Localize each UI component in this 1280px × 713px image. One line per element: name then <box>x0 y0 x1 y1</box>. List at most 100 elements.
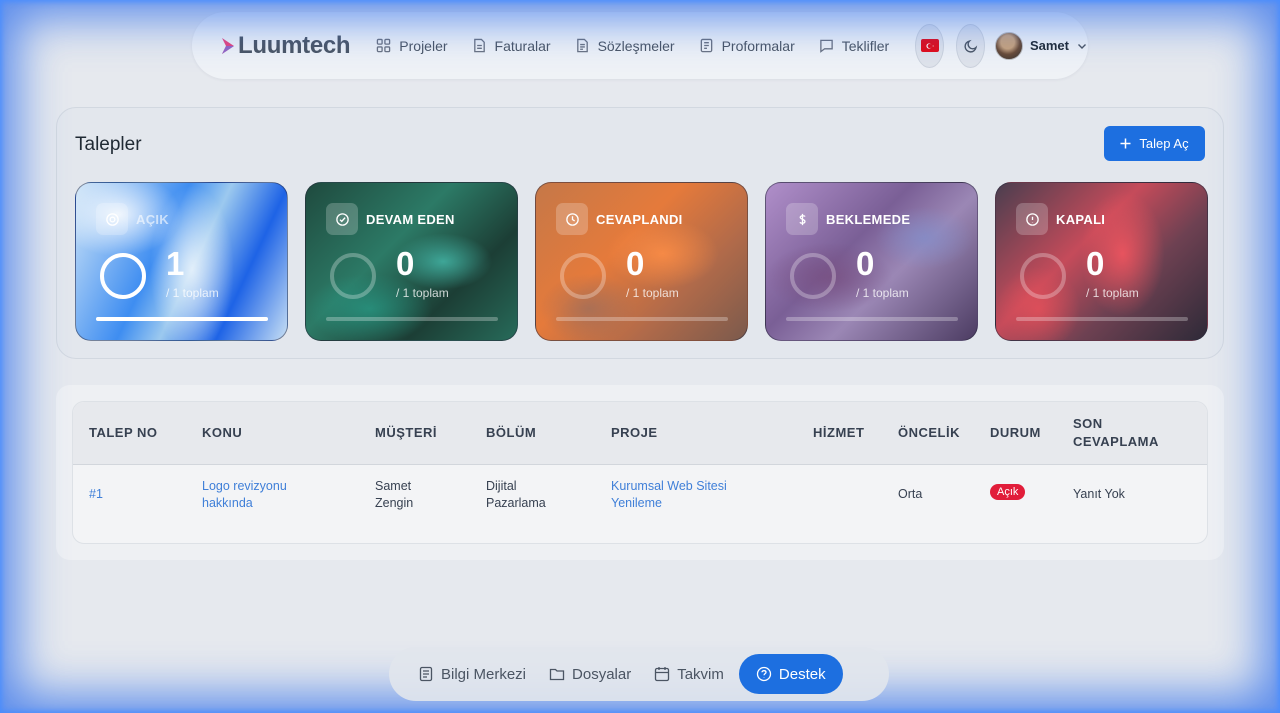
progress-ring <box>100 253 146 299</box>
bottom-dock: Bilgi Merkezi Dosyalar Takvim Destek <box>389 647 889 701</box>
alert-circle-icon <box>1025 212 1039 226</box>
nav-teklifler[interactable]: Teklifler <box>819 38 889 54</box>
dock-knowledge-base[interactable]: Bilgi Merkezi <box>418 666 526 683</box>
col-project[interactable]: PROJE <box>611 424 658 442</box>
logo-chevron-icon <box>222 37 234 54</box>
progress-ring <box>1020 253 1066 299</box>
col-last-reply-2[interactable]: CEVAPLAMA <box>1073 433 1159 451</box>
dock-label: Bilgi Merkezi <box>441 665 527 683</box>
col-priority[interactable]: ÖNCELİK <box>898 424 960 442</box>
book-icon <box>419 666 433 682</box>
theme-toggle-button[interactable] <box>956 23 985 68</box>
card-total: / 1 toplam <box>1086 286 1139 300</box>
plus-icon <box>1120 138 1131 149</box>
check-icon-box <box>326 203 358 235</box>
subject-link-1[interactable]: Logo revizyonu <box>202 478 287 495</box>
status-badge: Açık <box>990 484 1026 500</box>
card-count: 0 <box>856 245 875 282</box>
status-card-in-progress[interactable]: DEVAM EDEN 0 / 1 toplam <box>305 182 518 341</box>
card-count: 0 <box>1086 245 1105 282</box>
progress-ring <box>790 253 836 299</box>
card-label: CEVAPLANDI <box>596 212 683 227</box>
status-card-answered[interactable]: CEVAPLANDI 0 / 1 toplam <box>535 182 748 341</box>
col-customer[interactable]: MÜŞTERİ <box>375 424 437 442</box>
department-1: Dijital <box>486 479 517 493</box>
nav-label: Teklifler <box>841 37 890 54</box>
folder-icon <box>549 668 565 681</box>
help-circle-icon <box>756 666 772 682</box>
chat-icon <box>819 39 833 53</box>
card-total: / 1 toplam <box>856 286 909 300</box>
dock-label: Takvim <box>677 665 724 683</box>
status-card-pending[interactable]: BEKLEMEDE 0 / 1 toplam <box>765 182 978 341</box>
nav-label: Projeler <box>399 37 448 54</box>
col-last-reply-1[interactable]: SON <box>1073 415 1103 433</box>
card-label: KAPALI <box>1056 212 1106 227</box>
dock-support[interactable]: Destek <box>738 654 843 694</box>
table-header: TALEP NO KONU MÜŞTERİ BÖLÜM PROJE HİZMET… <box>73 402 1207 465</box>
card-label: AÇIK <box>136 212 169 227</box>
target-icon-box <box>96 203 128 235</box>
card-count: 1 <box>166 245 185 282</box>
status-cards: AÇIK 1 / 1 toplam DEVAM EDEN 0 / 1 topla… <box>75 182 1208 341</box>
card-label: BEKLEMEDE <box>826 212 911 227</box>
dock-files[interactable]: Dosyalar <box>549 666 631 683</box>
dollar-icon-box <box>786 203 818 235</box>
tickets-table: TALEP NO KONU MÜŞTERİ BÖLÜM PROJE HİZMET… <box>72 401 1208 544</box>
user-menu[interactable]: Samet <box>994 31 1088 60</box>
grid-icon <box>377 38 391 53</box>
progress-bar <box>556 317 728 321</box>
clock-icon-box <box>556 203 588 235</box>
col-ticket-no[interactable]: TALEP NO <box>89 424 158 442</box>
nav-proformalar[interactable]: Proformalar <box>699 38 795 54</box>
brand-name: Luumtech <box>238 31 351 59</box>
card-total: / 1 toplam <box>626 286 679 300</box>
check-circle-icon <box>335 212 349 226</box>
user-name: Samet <box>1029 38 1069 53</box>
col-department[interactable]: BÖLÜM <box>486 424 536 442</box>
progress-bar <box>96 317 268 321</box>
project-link-1[interactable]: Kurumsal Web Sitesi <box>611 478 727 495</box>
add-ticket-button[interactable]: Talep Aç <box>1104 126 1205 161</box>
col-status[interactable]: DURUM <box>990 424 1041 442</box>
clock-icon <box>565 212 579 226</box>
priority-cell: Orta <box>898 487 923 501</box>
nav-projeler[interactable]: Projeler <box>376 37 448 54</box>
page-title: Talepler <box>75 134 142 155</box>
customer-2: Zengin <box>375 496 414 510</box>
nav-faturalar[interactable]: Faturalar <box>472 38 551 54</box>
progress-bar <box>1016 317 1188 321</box>
chevron-down-icon <box>1077 43 1086 49</box>
nav-sozlesmeler[interactable]: Sözleşmeler <box>575 38 675 54</box>
progress-bar <box>326 317 498 321</box>
tickets-table-panel: TALEP NO KONU MÜŞTERİ BÖLÜM PROJE HİZMET… <box>56 385 1224 560</box>
department-2: Pazarlama <box>486 496 546 510</box>
status-card-closed[interactable]: KAPALI 0 / 1 toplam <box>995 182 1208 341</box>
dollar-icon <box>798 213 806 225</box>
card-total: / 1 toplam <box>166 286 219 300</box>
nav-label: Proformalar <box>721 37 795 54</box>
dock-label: Dosyalar <box>572 665 632 683</box>
customer-1: Samet <box>375 479 412 493</box>
language-button[interactable] <box>915 23 945 68</box>
moon-icon <box>963 39 977 53</box>
tickets-summary-panel: Talepler Talep Aç AÇIK 1 / 1 toplam DEVA… <box>56 107 1224 359</box>
col-subject[interactable]: KONU <box>202 424 242 442</box>
status-card-open[interactable]: AÇIK 1 / 1 toplam <box>75 182 288 341</box>
col-service[interactable]: HİZMET <box>813 424 864 442</box>
document-icon <box>473 38 485 53</box>
project-link-2[interactable]: Yenileme <box>611 495 662 512</box>
turkish-flag-icon <box>920 39 939 52</box>
progress-ring <box>560 253 606 299</box>
top-navbar: Luumtech Projeler Faturalar Sözleşmeler … <box>192 12 1088 79</box>
ticket-no-link[interactable]: #1 <box>89 486 103 503</box>
subject-link-2[interactable]: hakkında <box>202 495 253 512</box>
add-ticket-label: Talep Aç <box>1139 136 1189 151</box>
card-count: 0 <box>626 245 645 282</box>
dock-calendar[interactable]: Takvim <box>654 666 724 683</box>
card-count: 0 <box>396 245 415 282</box>
progress-ring <box>330 253 376 299</box>
nav-label: Faturalar <box>494 37 551 54</box>
brand-logo[interactable]: Luumtech <box>220 31 351 60</box>
avatar <box>994 31 1023 60</box>
